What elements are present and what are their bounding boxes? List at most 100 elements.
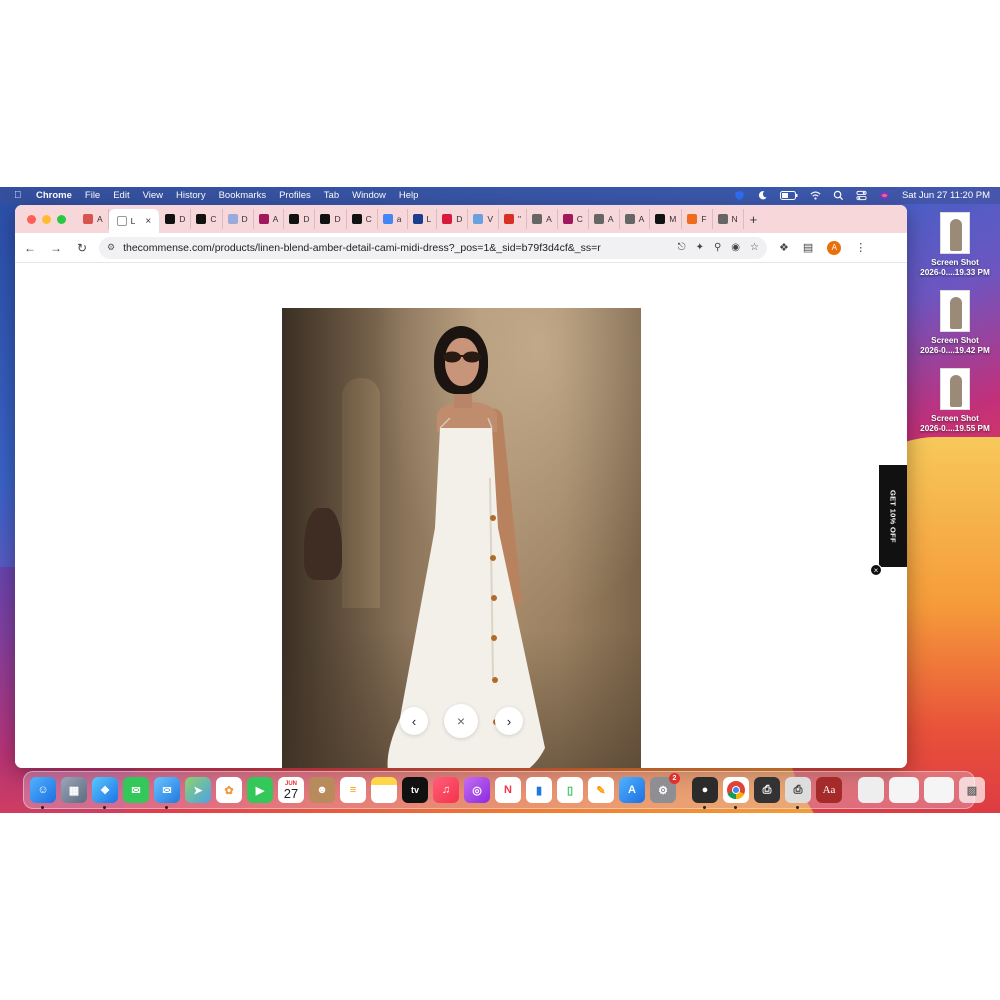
finder-icon[interactable]: ☺ xyxy=(30,777,56,809)
menu-window[interactable]: Window xyxy=(346,190,393,201)
system-settings-icon[interactable]: ⚙ 2 xyxy=(650,773,680,803)
desktop-file[interactable]: Screen Shot 2026-0....19.42 PM xyxy=(912,290,998,356)
printer-queue-icon[interactable]: ⎙ xyxy=(785,777,811,809)
menu-bookmarks[interactable]: Bookmarks xyxy=(212,190,273,201)
close-tab-icon[interactable]: × xyxy=(145,216,151,227)
tab-title: a xyxy=(396,214,402,224)
browser-tab[interactable]: L xyxy=(408,209,438,229)
facetime-icon[interactable]: ▶ xyxy=(247,777,273,803)
tab-title: A xyxy=(97,214,103,224)
maps-icon[interactable]: ➤ xyxy=(185,777,211,803)
browser-tab[interactable]: D xyxy=(437,209,469,229)
browser-tab[interactable]: V xyxy=(468,209,500,229)
next-image-button[interactable]: › xyxy=(495,707,523,735)
podcasts-icon[interactable]: ◎ xyxy=(464,777,490,803)
bookmark-star-icon[interactable]: ☆ xyxy=(750,242,759,253)
browser-tab[interactable]: A xyxy=(78,209,109,229)
close-lightbox-button[interactable]: × xyxy=(444,704,478,738)
mail-icon[interactable]: ✉ xyxy=(154,777,180,809)
browser-tab[interactable]: A xyxy=(254,209,285,229)
downloads-stack-icon[interactable] xyxy=(858,777,884,803)
menu-profiles[interactable]: Profiles xyxy=(273,190,318,201)
app-store-icon[interactable]: A xyxy=(619,777,645,803)
desktop-file[interactable]: Screen Shot 2026-0....19.55 PM xyxy=(912,368,998,434)
discount-tab[interactable]: GET 10% OFF xyxy=(879,465,907,567)
launchpad-icon[interactable]: ▦ xyxy=(61,777,87,803)
browser-tab[interactable]: D xyxy=(160,209,192,229)
recent-screenshot-icon[interactable] xyxy=(924,777,954,803)
photos-icon[interactable]: ✿ xyxy=(216,777,242,803)
browser-tab[interactable]: A xyxy=(589,209,620,229)
profile-avatar[interactable]: A xyxy=(827,240,842,255)
browser-tab[interactable]: C xyxy=(191,209,223,229)
discount-close-button[interactable]: × xyxy=(870,564,882,576)
music-icon[interactable]: ♫ xyxy=(433,777,459,803)
notes-icon[interactable] xyxy=(371,777,397,803)
browser-tab[interactable]: D xyxy=(223,209,254,229)
numbers-icon[interactable]: ▯ xyxy=(557,777,583,803)
reload-button[interactable]: ↻ xyxy=(71,241,93,255)
address-bar[interactable]: ⚙ thecommense.com/products/linen-blend-a… xyxy=(99,236,767,259)
browser-tab[interactable]: C xyxy=(347,209,378,229)
app-menu[interactable]: Chrome xyxy=(30,190,79,201)
extension-action-icon[interactable]: ✦ xyxy=(696,242,704,253)
share-icon[interactable]: ⎋ xyxy=(678,242,686,253)
back-button[interactable]: ← xyxy=(19,241,41,255)
photo-editor-icon[interactable]: ● xyxy=(692,777,718,809)
wifi-icon[interactable] xyxy=(810,190,821,201)
zoom-icon[interactable]: ⚲ xyxy=(714,242,721,253)
news-icon[interactable]: N xyxy=(495,777,521,803)
moon-icon[interactable] xyxy=(757,190,768,201)
desktop-file[interactable]: Screen Shot 2026-0....19.33 PM xyxy=(912,212,998,278)
calendar-icon[interactable]: JUN 27 xyxy=(278,777,304,803)
browser-tab[interactable]: F xyxy=(682,209,713,229)
new-tab-button[interactable]: + xyxy=(744,212,758,227)
safari-icon[interactable]: ❖ xyxy=(92,777,118,809)
menu-tab[interactable]: Tab xyxy=(317,190,345,201)
browser-tab[interactable]: " xyxy=(499,209,528,229)
shield-icon[interactable] xyxy=(734,190,745,201)
browser-tab[interactable]: a xyxy=(378,209,408,229)
contacts-icon[interactable]: ☻ xyxy=(309,777,335,803)
messages-icon[interactable]: ✉ xyxy=(123,777,149,803)
browser-tab[interactable]: D xyxy=(315,209,347,229)
apple-tv-icon[interactable]: tv xyxy=(402,777,428,803)
site-info-icon[interactable]: ⚙ xyxy=(107,242,115,253)
hide-eye-icon[interactable]: ◉ xyxy=(731,242,740,253)
extensions-puzzle-icon[interactable]: ❖ xyxy=(779,241,789,254)
reminders-icon[interactable]: ≡ xyxy=(340,777,366,803)
spotlight-search-icon[interactable] xyxy=(833,190,844,201)
menu-edit[interactable]: Edit xyxy=(107,190,136,201)
menu-help[interactable]: Help xyxy=(392,190,425,201)
trash-icon[interactable]: ▨ xyxy=(959,777,985,803)
menu-view[interactable]: View xyxy=(136,190,169,201)
browser-tab[interactable]: D xyxy=(284,209,316,229)
more-menu-icon[interactable]: ⋮ xyxy=(855,241,866,254)
close-window-button[interactable] xyxy=(27,214,36,224)
tab-title: D xyxy=(241,214,248,224)
battery-icon[interactable] xyxy=(779,190,798,201)
recent-document-icon[interactable] xyxy=(889,777,919,803)
apple-menu-icon[interactable]:  xyxy=(0,190,30,201)
forward-button[interactable]: → xyxy=(45,241,67,255)
browser-tab[interactable]: M xyxy=(650,209,683,229)
browser-tab[interactable]: L × xyxy=(108,209,161,233)
chrome-icon[interactable] xyxy=(723,777,749,809)
previous-image-button[interactable]: ‹ xyxy=(400,707,428,735)
keynote-icon[interactable]: ▮ xyxy=(526,777,552,803)
browser-tab[interactable]: N xyxy=(713,209,744,229)
minimize-window-button[interactable] xyxy=(42,214,51,224)
maximize-window-button[interactable] xyxy=(57,214,66,224)
browser-tab[interactable]: C xyxy=(558,209,589,229)
menu-history[interactable]: History xyxy=(170,190,213,201)
tab-search-icon[interactable]: ▤ xyxy=(803,241,813,254)
siri-icon[interactable] xyxy=(879,190,890,201)
control-center-icon[interactable] xyxy=(856,190,867,201)
browser-tab[interactable]: A xyxy=(620,209,651,229)
pages-icon[interactable]: ✎ xyxy=(588,777,614,803)
printer-icon[interactable]: ⎙ xyxy=(754,777,780,803)
dictionary-icon[interactable]: Aa xyxy=(816,777,842,803)
menu-file[interactable]: File xyxy=(78,190,106,201)
browser-tab[interactable]: A xyxy=(527,209,558,229)
clock[interactable]: Sat Jun 27 11:20 PM xyxy=(902,190,990,201)
